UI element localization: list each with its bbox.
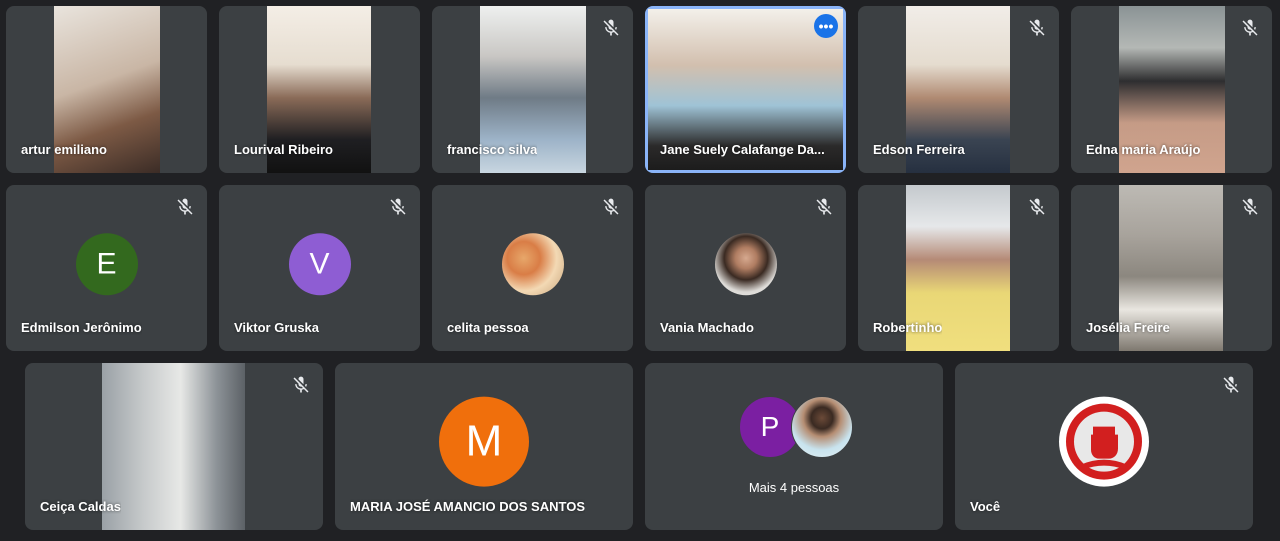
raised-fist-logo-icon xyxy=(1066,403,1142,480)
participant-tile-francisco[interactable]: francisco silva xyxy=(432,6,633,173)
participant-tile-joselia[interactable]: Josélia Freire xyxy=(1071,185,1272,351)
participant-name: Vania Machado xyxy=(660,320,754,335)
more-participants-label: Mais 4 pessoas xyxy=(748,480,840,495)
participant-name: Viktor Gruska xyxy=(234,320,320,335)
participant-tile-robertinho[interactable]: Robertinho xyxy=(858,185,1059,351)
participant-tile-lourival[interactable]: Lourival Ribeiro xyxy=(219,6,420,173)
mic-off-icon xyxy=(814,197,834,217)
mic-off-icon xyxy=(175,197,195,217)
participant-tile-edmilson[interactable]: E Edmilson Jerônimo xyxy=(6,185,207,351)
participant-name: Edmilson Jerônimo xyxy=(21,320,142,335)
avatar-photo xyxy=(501,233,564,296)
participant-tile-ceica[interactable]: Ceiça Caldas xyxy=(25,363,323,530)
participant-name: francisco silva xyxy=(447,142,538,157)
participant-name: Você xyxy=(970,499,1001,514)
more-options-icon[interactable]: ••• xyxy=(814,14,838,38)
self-tile[interactable]: Você xyxy=(955,363,1253,530)
participant-tile-vania[interactable]: Vania Machado xyxy=(645,185,846,351)
mic-off-icon xyxy=(601,18,621,38)
avatar-photo xyxy=(791,396,853,458)
mic-off-icon xyxy=(291,375,311,395)
participant-name: Jane Suely Calafange Da... xyxy=(660,142,825,157)
participant-tile-maria-jose[interactable]: M MARIA JOSÉ AMANCIO DOS SANTOS xyxy=(335,363,633,530)
participant-name: Lourival Ribeiro xyxy=(234,142,333,157)
participant-name: MARIA JOSÉ AMANCIO DOS SANTOS xyxy=(350,499,585,514)
mic-off-icon xyxy=(1240,18,1260,38)
mic-off-icon xyxy=(1240,197,1260,217)
participant-name: artur emiliano xyxy=(21,142,107,157)
video-feed xyxy=(102,363,245,530)
participant-name: celita pessoa xyxy=(447,320,529,335)
participant-name: Edna maria Araújo xyxy=(1086,142,1201,157)
participant-name: Josélia Freire xyxy=(1086,320,1170,335)
participant-name: Ceiça Caldas xyxy=(40,499,121,514)
participant-tile-artur[interactable]: artur emiliano xyxy=(6,6,207,173)
avatar: M xyxy=(439,396,529,487)
mic-off-icon xyxy=(1027,197,1047,217)
mic-off-icon xyxy=(1221,375,1241,395)
participant-name: Robertinho xyxy=(873,320,943,335)
participant-name: Edson Ferreira xyxy=(873,142,965,157)
participant-tile-jane[interactable]: Jane Suely Calafange Da... ••• xyxy=(645,6,846,173)
participant-tile-celita[interactable]: celita pessoa xyxy=(432,185,633,351)
avatar-logo xyxy=(1059,396,1149,487)
participant-tile-edna[interactable]: Edna maria Araújo xyxy=(1071,6,1272,173)
avatar-group: P xyxy=(739,396,853,458)
more-participants-tile[interactable]: P Mais 4 pessoas xyxy=(645,363,943,530)
mic-off-icon xyxy=(601,197,621,217)
avatar: V xyxy=(288,233,351,296)
mic-off-icon xyxy=(388,197,408,217)
participant-tile-edson[interactable]: Edson Ferreira xyxy=(858,6,1059,173)
avatar: E xyxy=(75,233,138,296)
avatar-photo xyxy=(714,233,777,296)
mic-off-icon xyxy=(1027,18,1047,38)
participant-tile-viktor[interactable]: V Viktor Gruska xyxy=(219,185,420,351)
